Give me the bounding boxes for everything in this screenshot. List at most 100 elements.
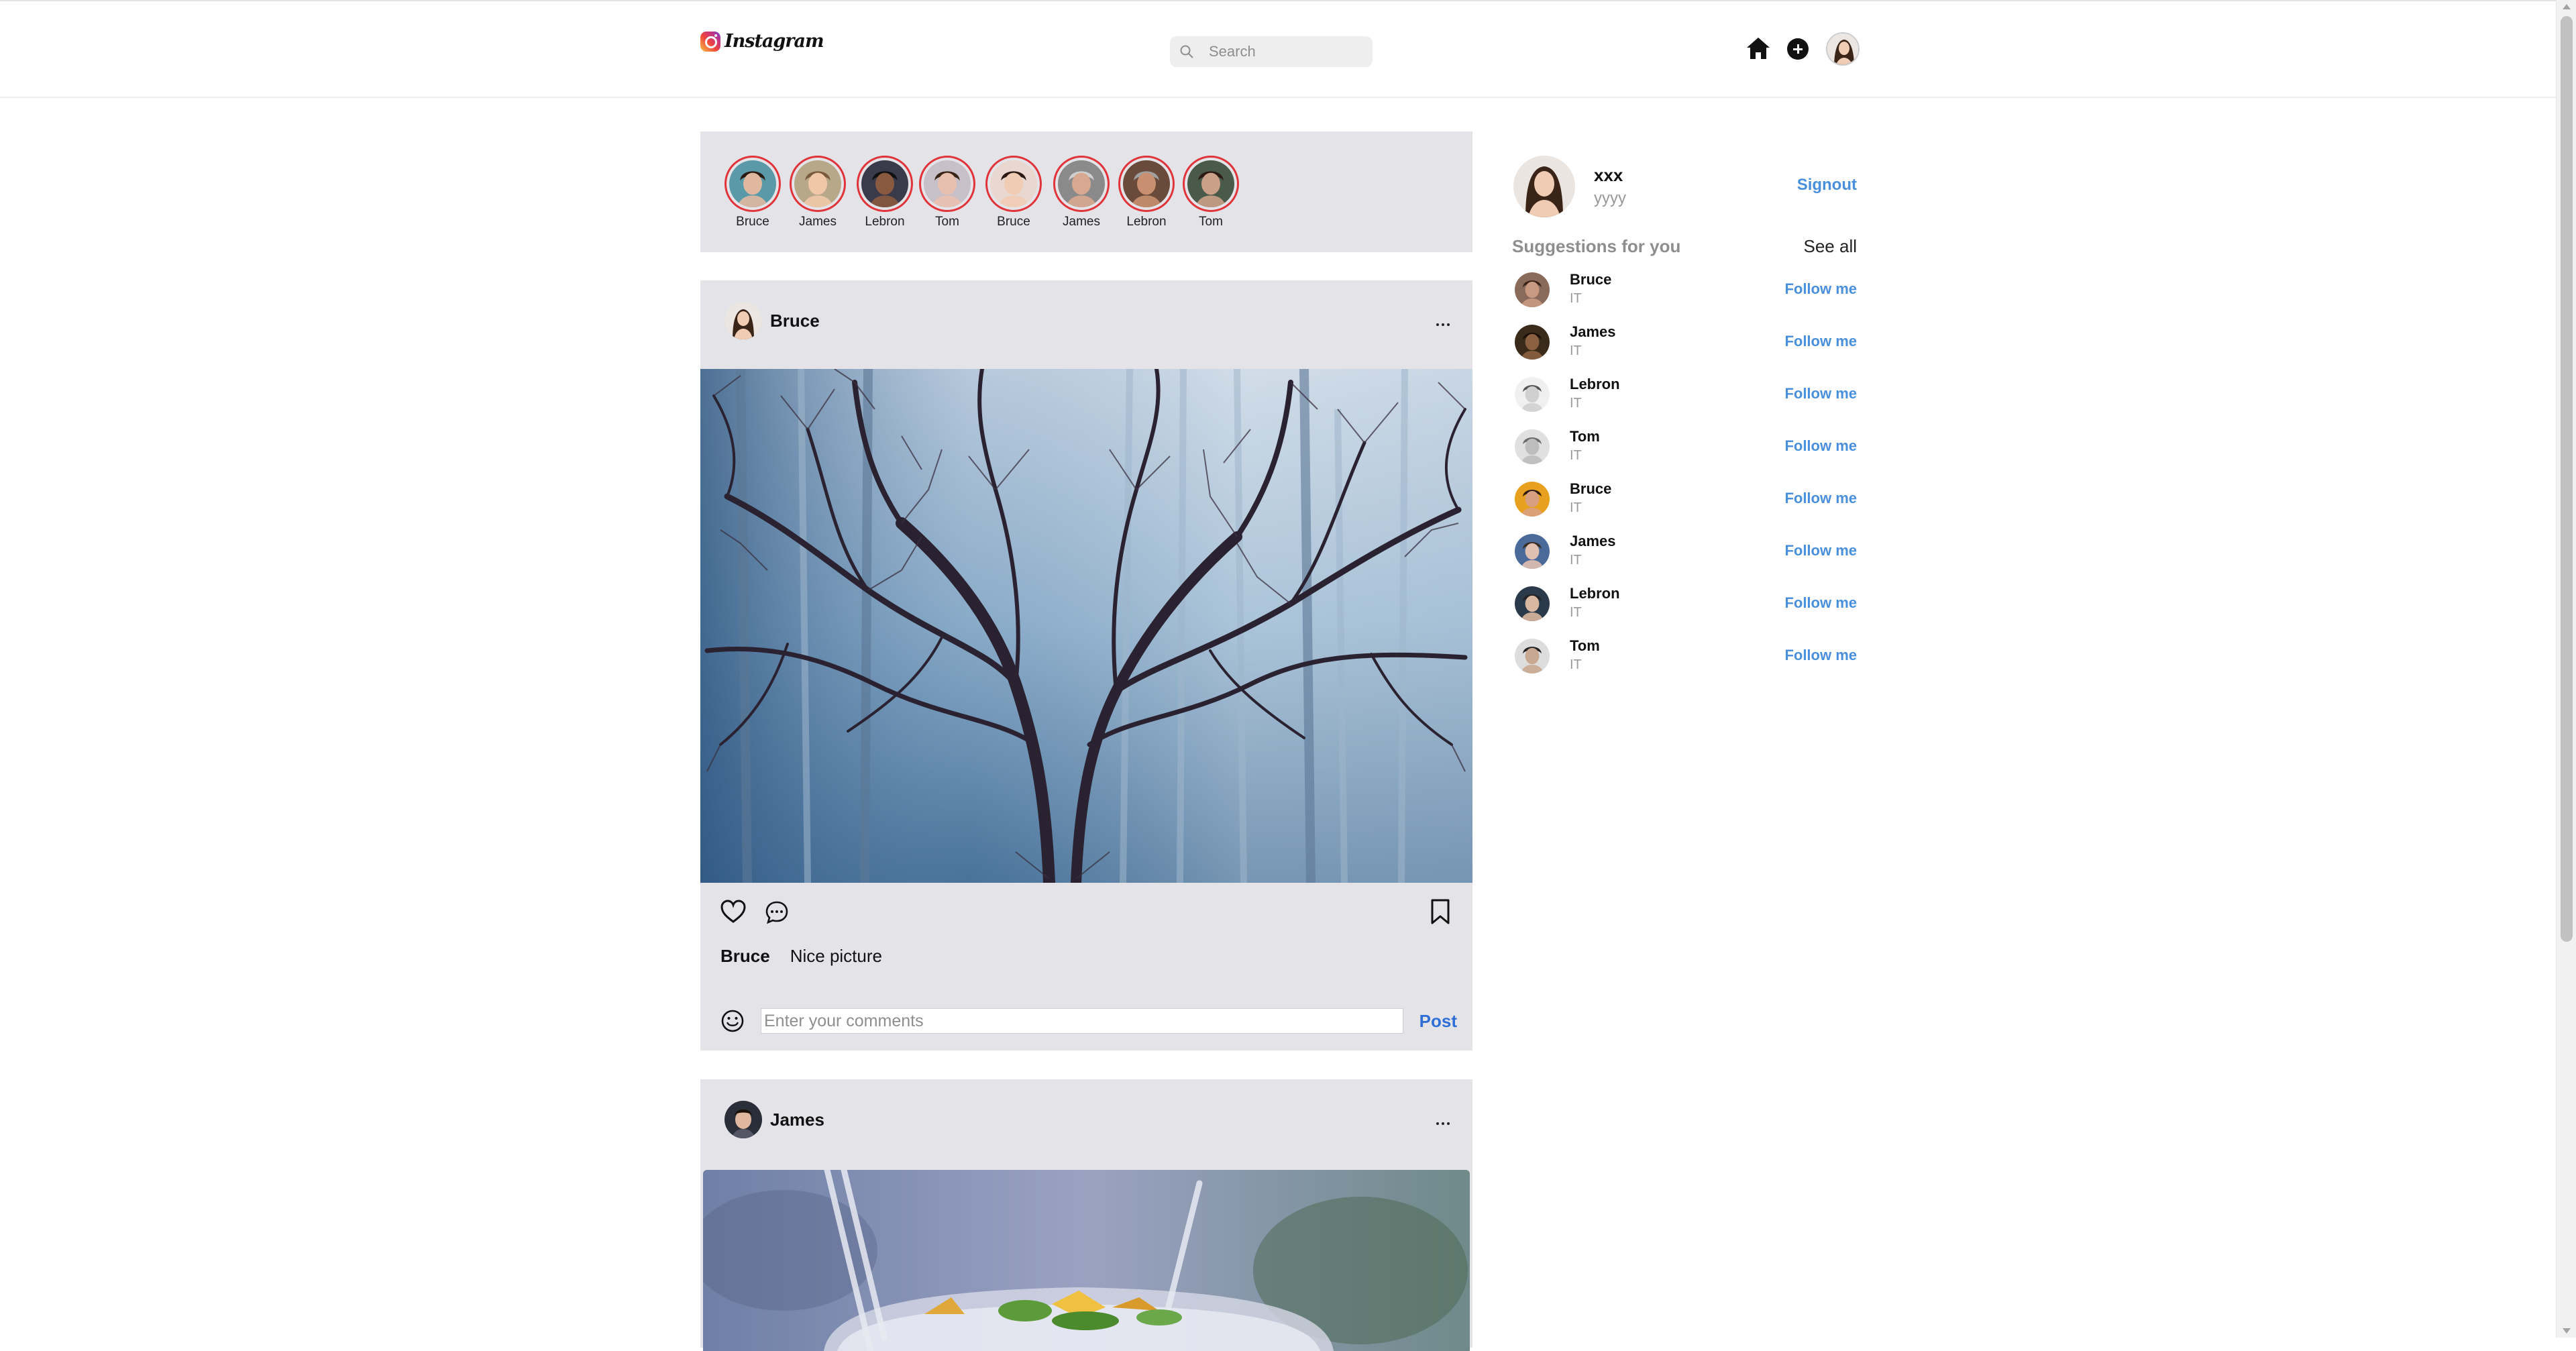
home-icon[interactable] [1746,36,1771,60]
suggestion-name[interactable]: James [1570,533,1616,550]
post-author-avatar[interactable] [724,1101,762,1138]
profile-subtitle: yyyy [1594,189,1626,207]
bookmark-icon[interactable] [1427,898,1454,926]
suggestion-avatar[interactable] [1515,325,1550,360]
search-input[interactable] [1209,43,1363,60]
story-item[interactable]: James [1053,156,1110,229]
story-avatar [1187,160,1234,207]
create-post-icon[interactable] [1787,38,1809,60]
suggestion-avatar[interactable] [1515,586,1550,621]
suggestion-subtitle: IT [1570,657,1582,672]
suggestion-item: Bruce IT Follow me [1515,480,1857,533]
post-author-avatar[interactable] [724,302,762,339]
suggestion-name[interactable]: Lebron [1570,585,1620,602]
stories-bar: Bruce James Lebron Tom Bruce James Lebron Tom [700,131,1472,252]
story-name: James [1063,215,1100,229]
profile-name: xxx [1594,165,1623,185]
suggestion-subtitle: IT [1570,343,1582,358]
story-item[interactable]: Lebron [1118,156,1175,229]
suggestion-subtitle: IT [1570,605,1582,620]
scroll-down-arrow-icon[interactable] [2563,1328,2571,1334]
suggestion-item: Tom IT Follow me [1515,637,1857,690]
story-ring[interactable] [919,156,975,212]
top-navigation-bar: Instagram [0,1,2556,98]
story-item[interactable]: James [790,156,846,229]
post-caption: Bruce Nice picture [720,946,882,967]
suggestion-subtitle: IT [1570,500,1582,515]
signout-link[interactable]: Signout [1797,176,1857,195]
suggestion-avatar[interactable] [1515,429,1550,464]
follow-me-button[interactable]: Follow me [1784,280,1857,298]
follow-me-button[interactable]: Follow me [1784,542,1857,559]
story-name: Tom [935,215,959,229]
post-comment-button[interactable]: Post [1419,1011,1457,1032]
story-ring[interactable] [724,156,781,212]
story-name: James [799,215,837,229]
scrollbar-thumb[interactable] [2561,16,2573,942]
more-options-icon[interactable] [1436,323,1450,326]
emoji-smiley-icon[interactable] [719,1008,746,1034]
story-avatar [924,160,971,207]
story-ring[interactable] [790,156,846,212]
story-ring[interactable] [857,156,913,212]
story-name: Lebron [1126,215,1167,229]
suggestion-avatar[interactable] [1515,377,1550,412]
comment-bubble-icon[interactable] [763,899,790,926]
post-author-name[interactable]: Bruce [770,311,820,331]
story-item[interactable]: Bruce [985,156,1042,229]
search-box[interactable] [1170,36,1373,67]
suggestion-name[interactable]: Lebron [1570,376,1620,393]
suggestion-item: Lebron IT Follow me [1515,585,1857,637]
follow-me-button[interactable]: Follow me [1784,647,1857,664]
post-header: Bruce [724,302,820,339]
suggestion-item: James IT Follow me [1515,533,1857,585]
scroll-up-arrow-icon[interactable] [2563,4,2571,9]
story-item[interactable]: Bruce [724,156,781,229]
story-name: Bruce [997,215,1030,229]
profile-avatar[interactable] [1513,156,1575,217]
vertical-scrollbar[interactable] [2556,0,2576,1338]
follow-me-button[interactable]: Follow me [1784,594,1857,612]
follow-me-button[interactable]: Follow me [1784,333,1857,350]
follow-me-button[interactable]: Follow me [1784,490,1857,507]
story-avatar [1123,160,1170,207]
logo-text: Instagram [724,31,824,52]
current-user-profile: xxx yyyy Signout [1513,156,1857,217]
follow-me-button[interactable]: Follow me [1784,437,1857,455]
see-all-link[interactable]: See all [1804,236,1858,257]
more-options-icon[interactable] [1436,1122,1450,1125]
story-ring[interactable] [1183,156,1239,212]
suggestion-avatar[interactable] [1515,482,1550,517]
suggestion-avatar[interactable] [1515,639,1550,673]
suggestion-item: Lebron IT Follow me [1515,376,1857,428]
instagram-logo[interactable]: Instagram [700,31,824,52]
suggestion-subtitle: IT [1570,448,1582,463]
story-ring[interactable] [985,156,1042,212]
story-name: Tom [1199,215,1223,229]
suggestion-item: James IT Follow me [1515,323,1857,376]
follow-me-button[interactable]: Follow me [1784,385,1857,402]
search-icon [1179,44,1199,59]
user-avatar[interactable] [1826,32,1860,66]
feed-post: James [700,1079,1472,1351]
story-ring[interactable] [1118,156,1175,212]
suggestion-name[interactable]: James [1570,323,1616,341]
suggestion-name[interactable]: Bruce [1570,480,1611,498]
story-item[interactable]: Tom [1183,156,1239,229]
post-author-name[interactable]: James [770,1110,824,1130]
suggestion-name[interactable]: Bruce [1570,271,1611,288]
story-ring[interactable] [1053,156,1110,212]
suggestions-header: Suggestions for you See all [1512,236,1857,258]
story-item[interactable]: Lebron [857,156,913,229]
suggestions-title: Suggestions for you [1512,236,1681,256]
caption-username[interactable]: Bruce [720,946,770,967]
story-item[interactable]: Tom [919,156,975,229]
suggestion-avatar[interactable] [1515,534,1550,569]
suggestion-name[interactable]: Tom [1570,428,1600,445]
suggestion-name[interactable]: Tom [1570,637,1600,655]
suggestion-avatar[interactable] [1515,272,1550,307]
story-avatar [794,160,841,207]
like-heart-icon[interactable] [719,898,747,926]
suggestion-subtitle: IT [1570,396,1582,411]
comment-input[interactable] [761,1008,1403,1034]
